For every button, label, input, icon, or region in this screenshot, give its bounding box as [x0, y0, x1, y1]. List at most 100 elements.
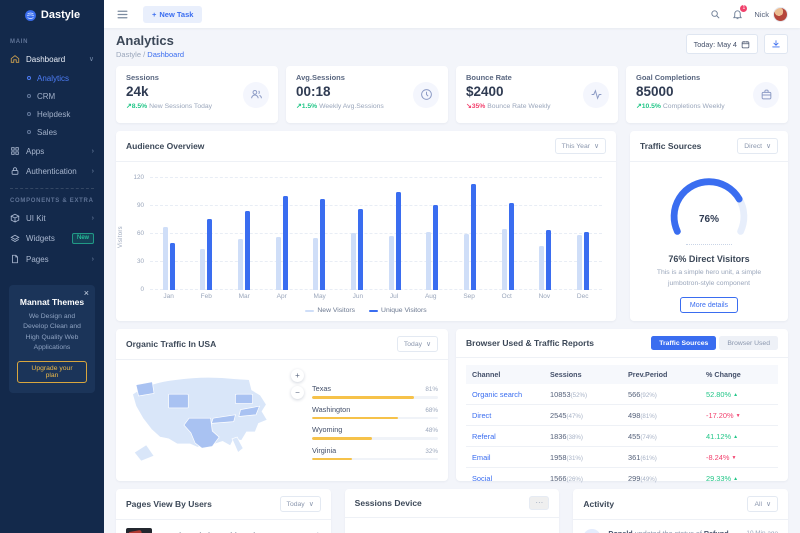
audience-filter-dropdown[interactable]: This Year∨ — [555, 138, 606, 154]
new-task-button[interactable]: + New Task — [143, 6, 202, 23]
chevron-down-icon: ∨ — [426, 340, 431, 348]
page-view-row[interactable]: Dastyle - Admin Dashboard 4.3k — [116, 520, 331, 533]
breadcrumb-current[interactable]: Dashboard — [147, 50, 184, 59]
x-tick-label: Jul — [390, 293, 398, 300]
close-icon[interactable]: × — [84, 288, 89, 298]
channel-link[interactable]: Organic search — [466, 384, 544, 405]
menu-icon[interactable] — [116, 8, 129, 21]
stat-label: Sessions — [126, 73, 268, 82]
organic-filter-dropdown[interactable]: Today∨ — [397, 336, 438, 352]
sessions-cell: 2545(47%) — [544, 405, 622, 426]
triangle-down-icon: ▼ — [731, 455, 736, 461]
traffic-report-table: ChannelSessionsPrev.Period% Change Organ… — [466, 365, 778, 488]
triangle-down-icon: ▼ — [736, 413, 741, 419]
channel-link[interactable]: Email — [466, 447, 544, 468]
activity-card: Activity All∨ Donald updated the status … — [573, 489, 788, 533]
usa-map[interactable]: + − — [124, 366, 304, 478]
stat-cards-row: Sessions 24k ↗8.5% New Sessions Today Av… — [116, 66, 788, 123]
card-menu-button[interactable]: ··· — [529, 496, 549, 510]
sidebar-item-ui-kit[interactable]: UI Kit › — [0, 208, 104, 228]
sessions-cell: 1958(31%) — [544, 447, 622, 468]
legend-item[interactable]: Unique Visitors — [369, 307, 427, 314]
device-donut-chart — [345, 518, 560, 533]
tab-browser-used[interactable]: Browser Used — [719, 336, 778, 350]
prev-period-cell: 361(61%) — [622, 447, 700, 468]
state-row: Wyoming48% — [312, 425, 438, 440]
sidebar-item-crm[interactable]: CRM — [0, 87, 104, 105]
tab-traffic-sources[interactable]: Traffic Sources — [651, 336, 716, 350]
state-percent: 81% — [425, 386, 438, 393]
state-percent: 68% — [425, 407, 438, 414]
sidebar-item-label: Authentication — [26, 167, 77, 176]
sidebar-item-apps[interactable]: Apps › — [0, 141, 104, 161]
y-axis: 0306090120 — [124, 178, 146, 290]
bar-new-visitors — [426, 232, 431, 291]
sidebar-item-helpdesk[interactable]: Helpdesk — [0, 105, 104, 123]
zoom-in-button[interactable]: + — [291, 369, 304, 382]
channel-link[interactable]: Social — [466, 468, 544, 489]
card-title: Organic Traffic In USA — [126, 339, 216, 349]
card-title: Activity — [583, 499, 614, 509]
chevron-right-icon: › — [92, 215, 94, 222]
app-logo-text: Dastyle — [41, 9, 80, 21]
x-axis: JanFebMarAprMayJunJulAugSepOctNovDec — [150, 293, 602, 300]
date-picker-button[interactable]: Today: May 4 — [686, 34, 758, 54]
sidebar-item-pages[interactable]: Pages › — [0, 249, 104, 269]
card-title: Traffic Sources — [640, 141, 701, 151]
bar-group — [313, 199, 325, 290]
plot-area — [150, 178, 602, 290]
sidebar-item-authentication[interactable]: Authentication › — [0, 161, 104, 181]
charts-row: Audience Overview This Year∨ Visitors 03… — [116, 131, 788, 321]
zoom-out-button[interactable]: − — [291, 386, 304, 399]
bar-group — [539, 230, 551, 291]
promo-text: We Design and Develop Clean and High Qua… — [17, 312, 87, 353]
chevron-down-icon: ∨ — [89, 55, 94, 63]
app-logo[interactable]: Dastyle — [0, 0, 104, 30]
bar-group — [502, 203, 514, 291]
home-icon — [10, 54, 20, 64]
date-label: Today: May 4 — [694, 40, 737, 49]
pages-filter-dropdown[interactable]: Today∨ — [280, 496, 321, 512]
sidebar-item-label: UI Kit — [26, 214, 46, 223]
sessions-device-card: Sessions Device ··· — [345, 489, 560, 533]
bar-unique-visitors — [433, 205, 438, 290]
avatar — [773, 7, 788, 22]
audience-overview-card: Audience Overview This Year∨ Visitors 03… — [116, 131, 616, 321]
column-header: Sessions — [544, 365, 622, 384]
sidebar-item-label: Dashboard — [26, 55, 65, 64]
sidebar-item-label: Pages — [26, 255, 49, 264]
sidebar: Dastyle MAIN Dashboard ∨ Analytics CRM H… — [0, 0, 104, 533]
search-icon[interactable] — [710, 9, 721, 20]
sidebar-item-label: Widgets — [26, 234, 55, 243]
sidebar-item-sales[interactable]: Sales — [0, 123, 104, 141]
prev-period-cell: 455(74%) — [622, 426, 700, 447]
traffic-reports-card: Browser Used & Traffic Reports Traffic S… — [456, 329, 788, 481]
bar-group — [163, 227, 175, 290]
topbar-right: 1 Nick — [710, 7, 788, 22]
sidebar-item-analytics[interactable]: Analytics — [0, 69, 104, 87]
middle-row: Organic Traffic In USA Today∨ — [116, 329, 788, 481]
activity-filter-dropdown[interactable]: All∨ — [747, 496, 778, 512]
y-tick-label: 90 — [137, 202, 144, 209]
channel-link[interactable]: Referal — [466, 426, 544, 447]
legend-swatch — [369, 310, 378, 313]
x-tick-label: Oct — [502, 293, 512, 300]
user-menu[interactable]: Nick — [754, 7, 788, 22]
breadcrumb-separator: / — [143, 50, 145, 59]
download-button[interactable] — [764, 34, 788, 54]
bell-icon[interactable]: 1 — [732, 9, 743, 20]
y-tick-label: 0 — [140, 286, 144, 293]
sidebar-item-dashboard[interactable]: Dashboard ∨ — [0, 49, 104, 69]
legend-item[interactable]: New Visitors — [305, 307, 355, 314]
sidebar-item-widgets[interactable]: Widgets New — [0, 228, 104, 249]
x-tick-label: Feb — [201, 293, 212, 300]
more-details-button[interactable]: More details — [680, 297, 738, 313]
channel-link[interactable]: Direct — [466, 405, 544, 426]
table-row: Social1566(26%)299(49%)29.33% ▲ — [466, 468, 778, 489]
bar-unique-visitors — [245, 211, 250, 290]
state-row: Washington68% — [312, 405, 438, 420]
bar-group — [351, 209, 363, 290]
upgrade-plan-button[interactable]: Upgrade your plan — [17, 361, 87, 383]
traffic-filter-dropdown[interactable]: Direct∨ — [737, 138, 778, 154]
change-cell: -8.24% ▼ — [700, 447, 778, 468]
